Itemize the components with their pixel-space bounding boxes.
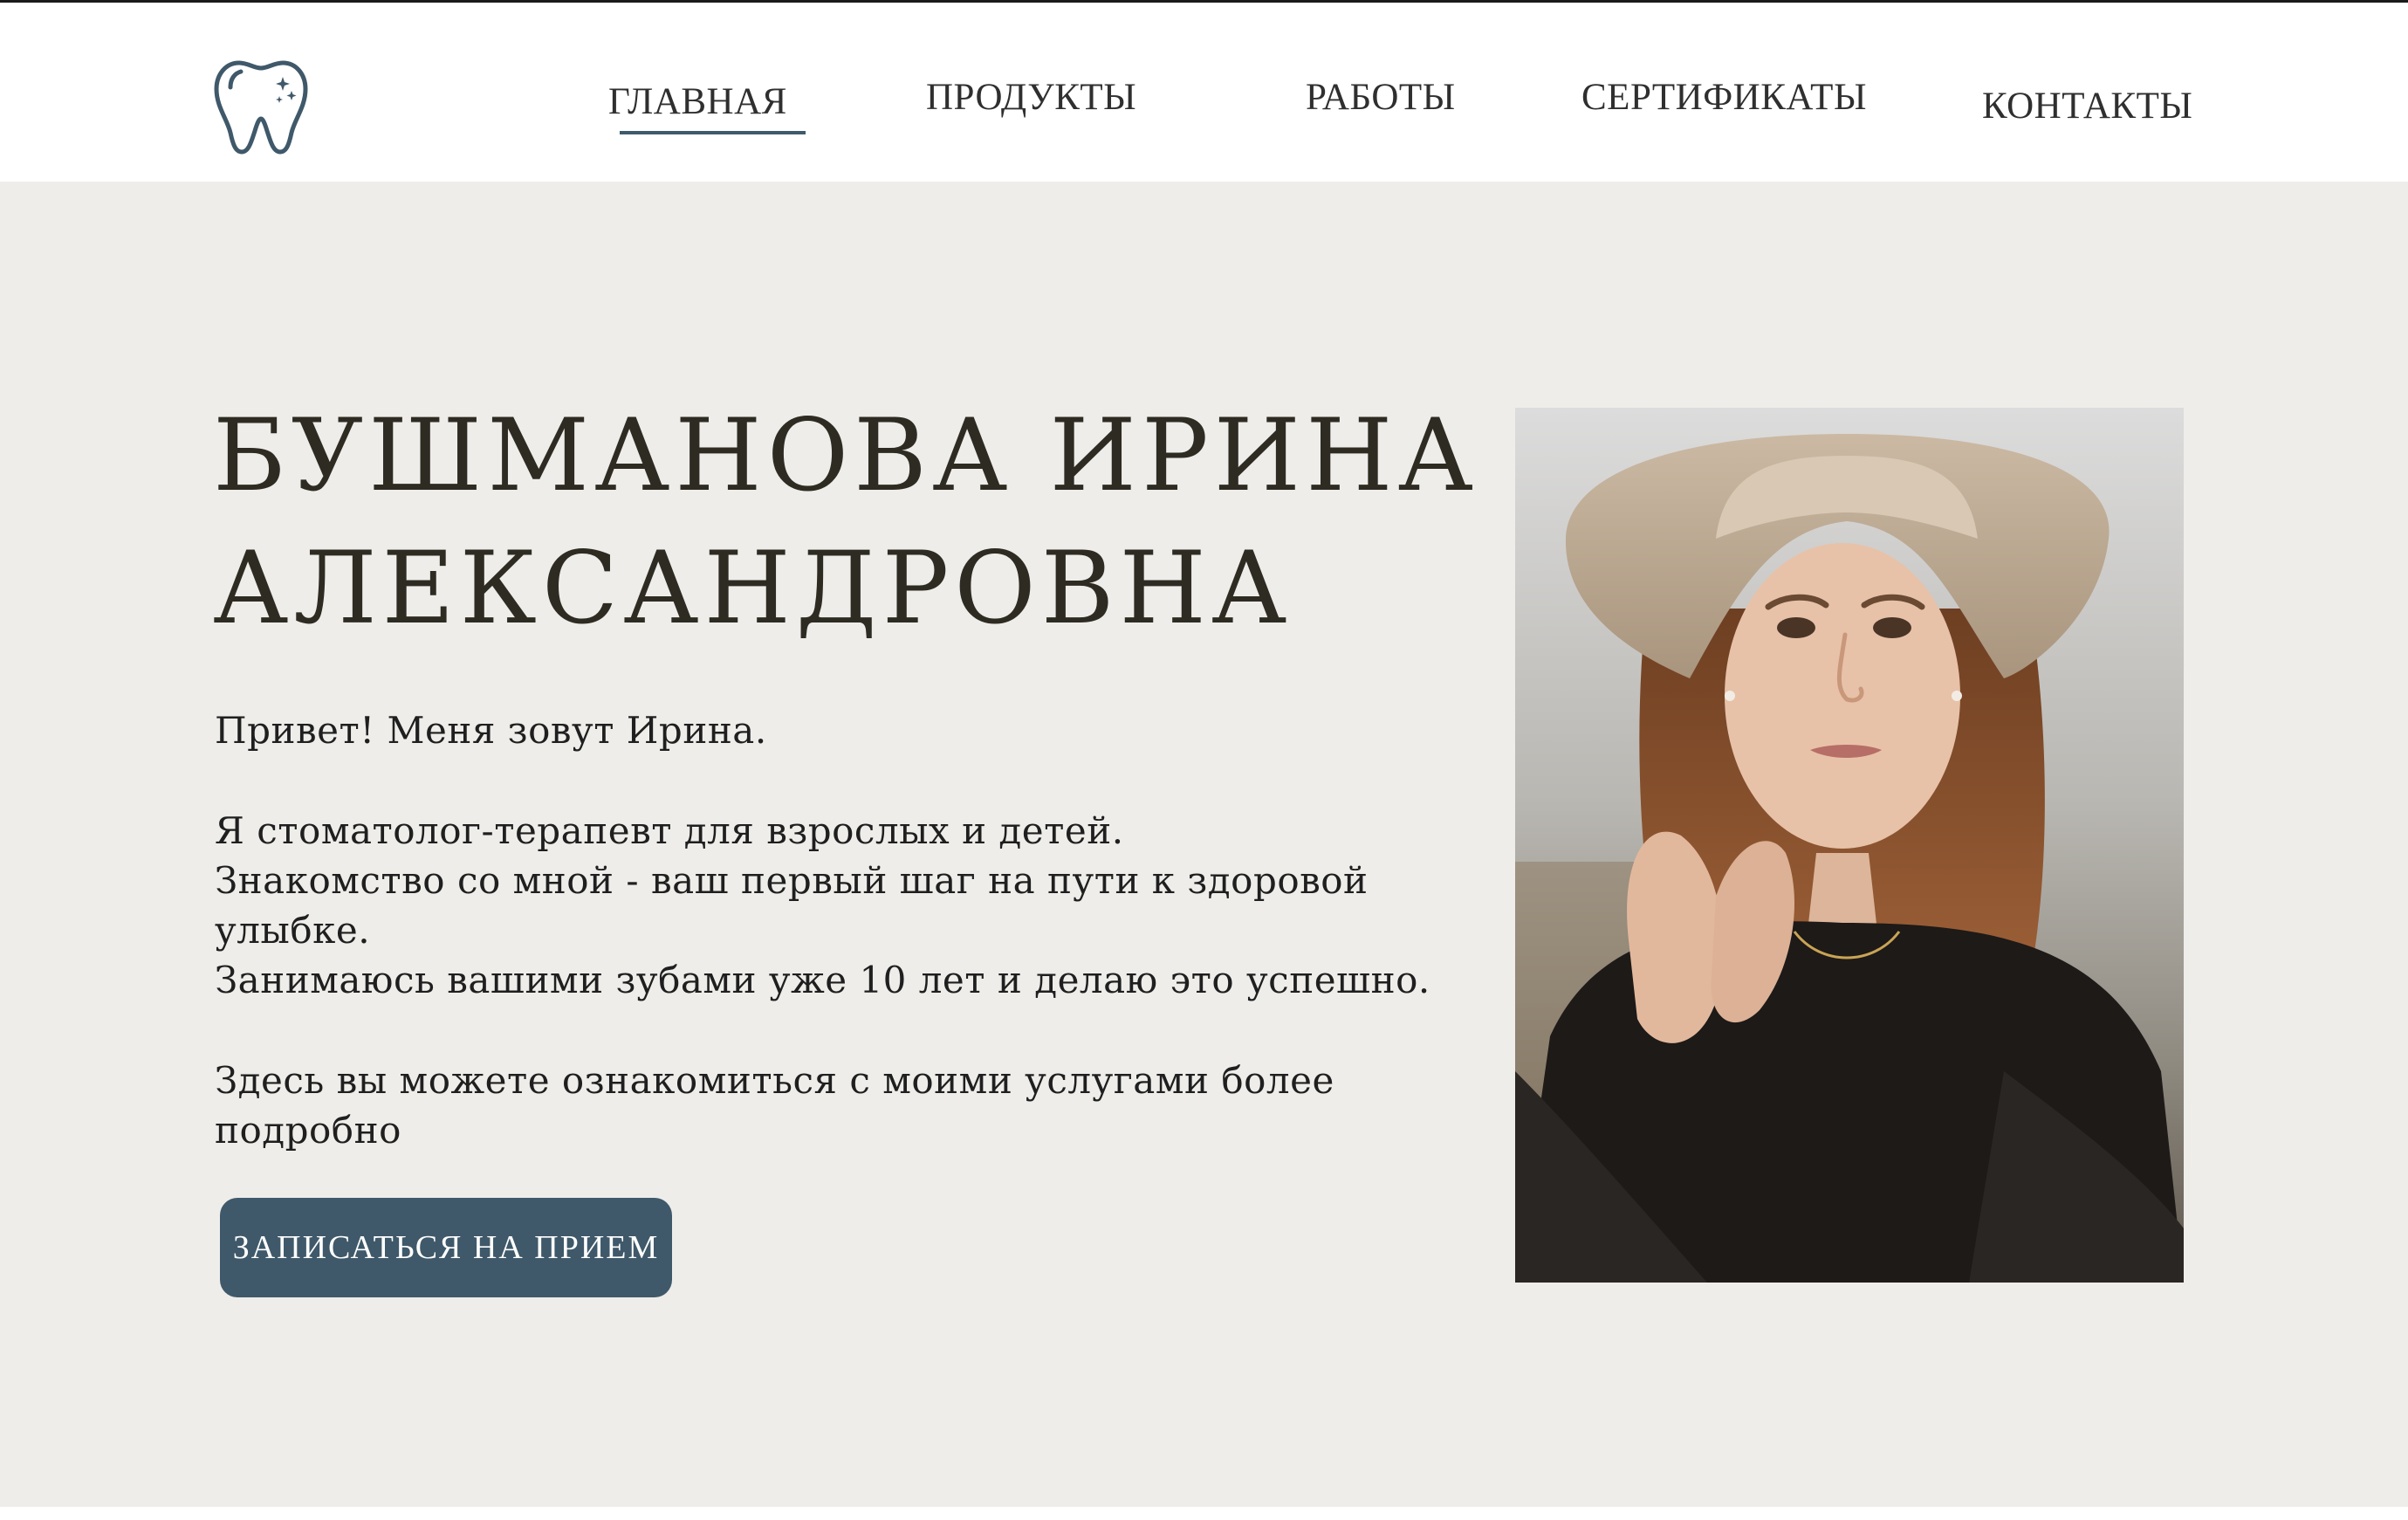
nav-active-indicator bbox=[620, 131, 806, 134]
doctor-portrait-photo bbox=[1515, 408, 2184, 1283]
nav-item-contacts[interactable]: КОНТАКТЫ bbox=[1982, 85, 2192, 127]
about-text-line-4: Занимаюсь вашими зубами уже 10 лет и дел… bbox=[215, 959, 1430, 1001]
footer-strip bbox=[0, 1507, 2408, 1520]
services-text-line-1: Здесь вы можете ознакомиться с моими усл… bbox=[215, 1059, 1334, 1102]
doctor-name-line-2: АЛЕКСАНДРОВНА bbox=[213, 530, 1293, 646]
nav-item-products[interactable]: ПРОДУКТЫ bbox=[926, 76, 1136, 119]
nav-item-home[interactable]: ГЛАВНАЯ bbox=[608, 80, 787, 123]
nav-item-works[interactable]: РАБОТЫ bbox=[1306, 76, 1456, 119]
doctor-name-line-1: БУШМАНОВА ИРИНА bbox=[213, 397, 1478, 513]
greeting-text: Привет! Меня зовут Ирина. bbox=[215, 709, 767, 752]
services-text-line-2: подробно bbox=[215, 1109, 401, 1152]
nav-item-certificates[interactable]: СЕРТИФИКАТЫ bbox=[1581, 76, 1867, 119]
about-text-line-3: улыбке. bbox=[215, 909, 371, 952]
about-text-line-1: Я стоматолог-терапевт для взрослых и дет… bbox=[215, 809, 1124, 852]
about-text-line-2: Знакомство со мной - ваш первый шаг на п… bbox=[215, 859, 1369, 902]
site-header: ГЛАВНАЯ ПРОДУКТЫ РАБОТЫ СЕРТИФИКАТЫ КОНТ… bbox=[0, 3, 2408, 182]
tooth-icon[interactable] bbox=[213, 58, 309, 155]
book-appointment-button[interactable]: ЗАПИСАТЬСЯ НА ПРИЕМ bbox=[220, 1198, 672, 1297]
